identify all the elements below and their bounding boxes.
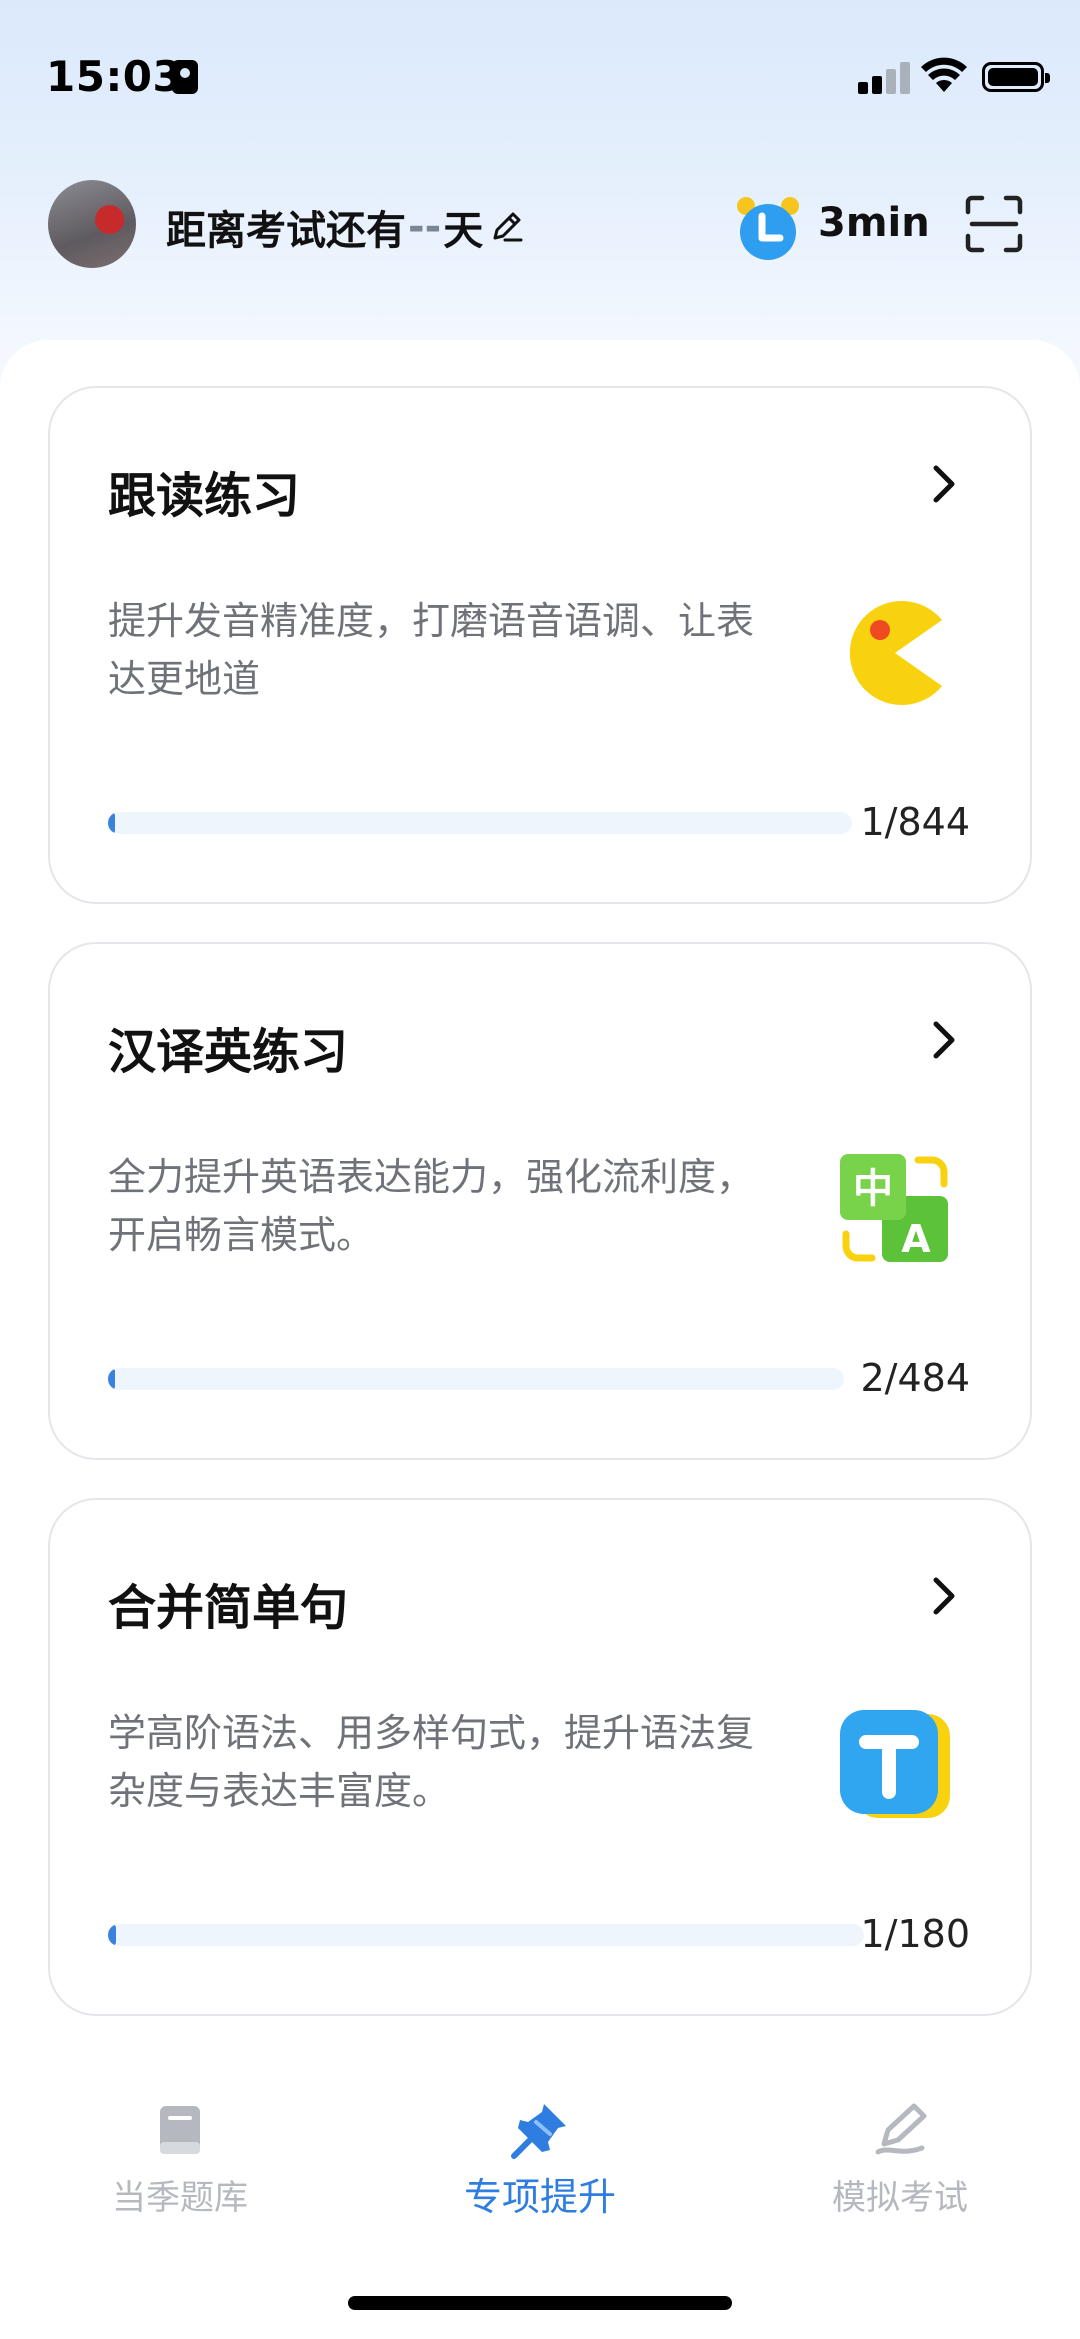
status-bar: 15:03 — [0, 0, 1080, 150]
chevron-right-icon[interactable] — [926, 1018, 962, 1062]
progress-bar — [108, 812, 852, 834]
avatar[interactable] — [48, 180, 136, 268]
nav-label: 当季题库 — [112, 2178, 248, 2218]
battery-icon — [982, 62, 1050, 92]
progress-count: 1/180 — [860, 1912, 970, 1956]
pin-icon — [511, 2104, 566, 2159]
home-indicator[interactable] — [348, 2296, 732, 2310]
nav-item-special-improvement[interactable]: 专项提升 — [430, 2100, 650, 2221]
chevron-right-icon[interactable] — [926, 1574, 962, 1618]
book-icon — [160, 2106, 200, 2154]
scan-icon[interactable] — [964, 194, 1024, 254]
edit-icon[interactable] — [487, 208, 525, 246]
card-title: 汉译英练习 — [108, 1024, 349, 1080]
progress-bar — [108, 1368, 844, 1390]
nav-label: 模拟考试 — [832, 2178, 968, 2218]
orientation-lock-icon — [172, 60, 198, 94]
card-description: 全力提升英语表达能力，强化流利度，开启畅言模式。 — [108, 1155, 755, 1257]
exam-countdown-prefix: 距离考试还有 — [166, 208, 406, 254]
main-panel: 跟读练习 提升发音精准度，打磨语音语调、让表达更地道 1/844 汉译英练习 全… — [0, 340, 1080, 2060]
exam-countdown-days: -- — [408, 204, 442, 250]
card-follow-reading[interactable]: 跟读练习 提升发音精准度，打磨语音语调、让表达更地道 1/844 — [48, 386, 1032, 904]
chevron-right-icon[interactable] — [926, 462, 962, 506]
progress-count: 2/484 — [860, 1356, 970, 1400]
card-title: 合并简单句 — [108, 1580, 349, 1636]
translate-icon: 中 A — [840, 1154, 948, 1262]
card-combine-sentences[interactable]: 合并简单句 学高阶语法、用多样句式，提升语法复杂度与表达丰富度。 1/180 — [48, 1498, 1032, 2016]
progress-count: 1/844 — [860, 800, 970, 844]
study-time: 3min — [818, 200, 930, 246]
pen-icon — [875, 2103, 927, 2155]
card-description: 提升发音精准度，打磨语音语调、让表达更地道 — [108, 599, 755, 701]
progress-fill — [108, 812, 116, 834]
progress-fill — [108, 1368, 116, 1390]
status-time: 15:03 — [46, 52, 183, 101]
cellular-signal-icon — [858, 60, 910, 94]
exam-countdown[interactable]: 距离考试还有 -- 天 — [166, 198, 525, 256]
t-letter-icon — [840, 1710, 950, 1818]
card-title: 跟读练习 — [108, 468, 301, 524]
svg-text:中: 中 — [853, 1166, 893, 1212]
nav-item-question-bank[interactable]: 当季题库 — [70, 2100, 290, 2219]
wifi-icon — [921, 57, 967, 92]
alarm-clock-icon[interactable] — [732, 192, 804, 264]
svg-text:A: A — [901, 1217, 931, 1261]
bottom-nav: 当季题库 专项提升 模拟考试 — [0, 2060, 1080, 2240]
card-description: 学高阶语法、用多样句式，提升语法复杂度与表达丰富度。 — [108, 1711, 755, 1813]
progress-fill — [108, 1924, 116, 1946]
exam-countdown-suffix: 天 — [443, 208, 484, 254]
progress-bar — [108, 1924, 864, 1946]
nav-item-mock-exam[interactable]: 模拟考试 — [790, 2100, 1010, 2219]
card-chinese-to-english[interactable]: 汉译英练习 全力提升英语表达能力，强化流利度，开启畅言模式。 中 A 2/484 — [48, 942, 1032, 1460]
nav-label: 专项提升 — [463, 2175, 616, 2219]
pacman-icon — [849, 601, 942, 705]
header: 距离考试还有 -- 天 3min — [0, 180, 1080, 270]
